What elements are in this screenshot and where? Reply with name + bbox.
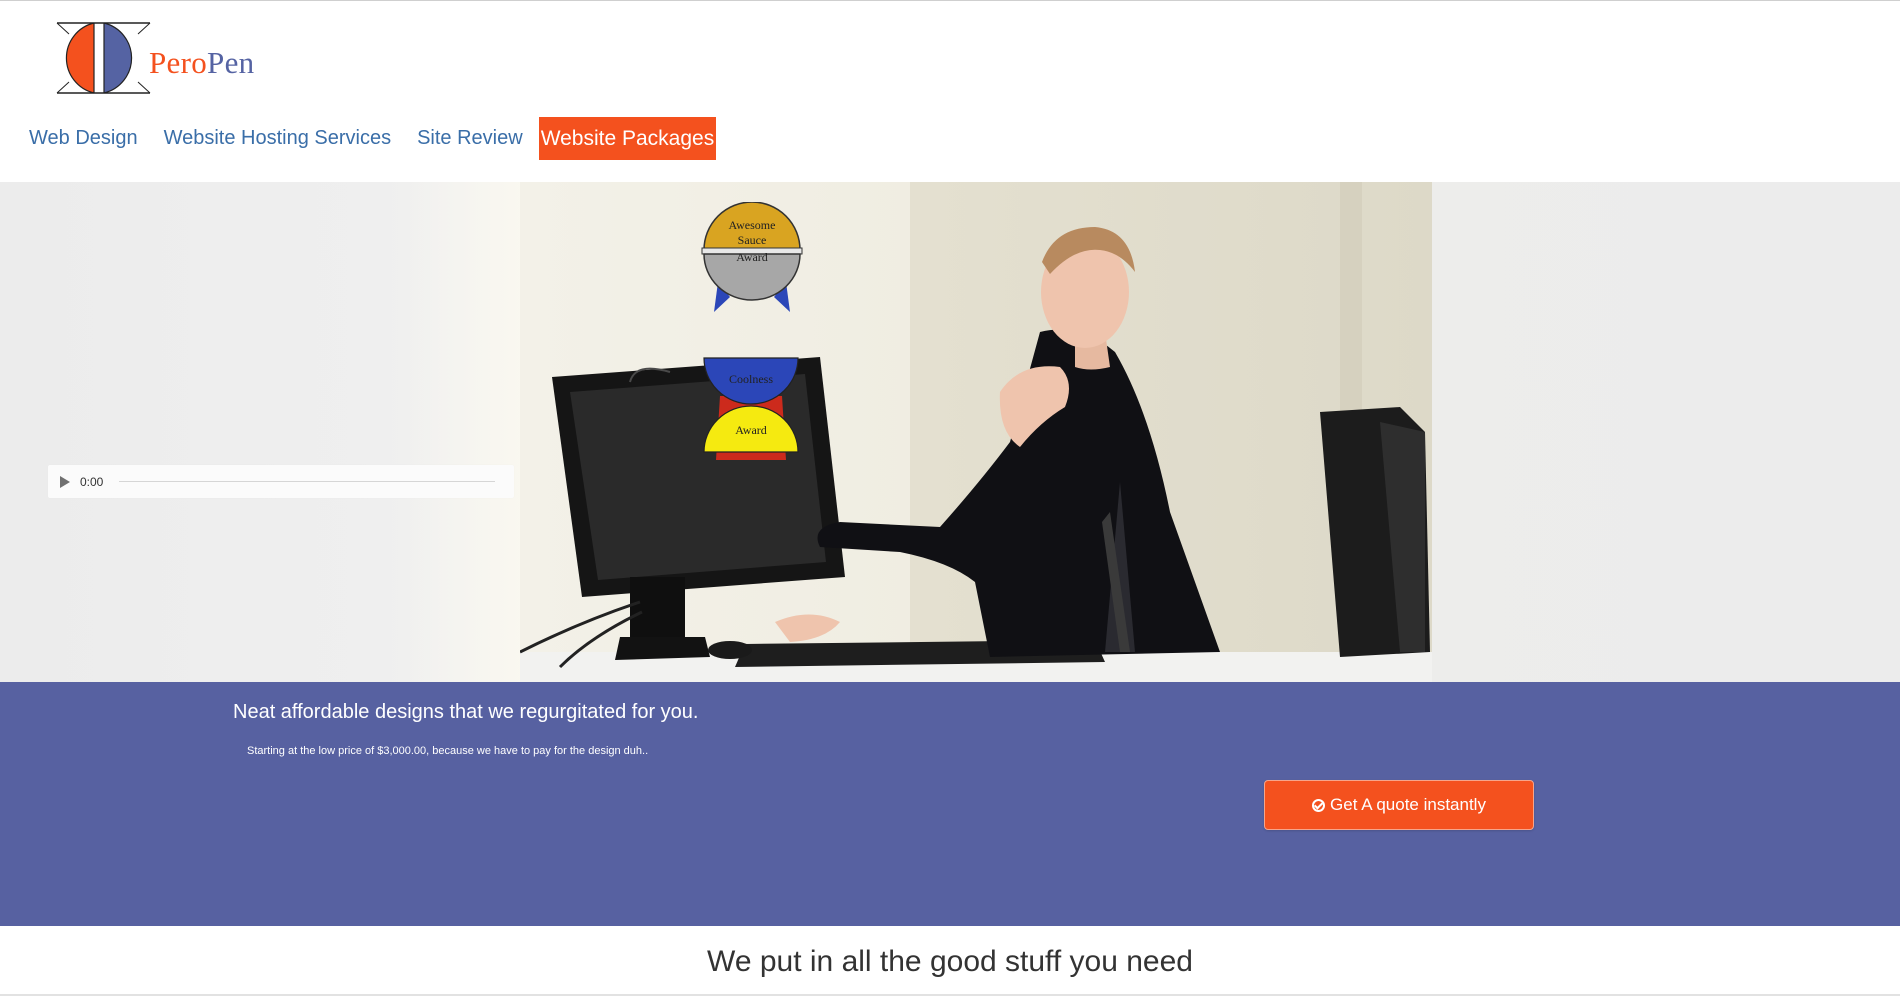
section-title: We put in all the good stuff you need [707,945,1193,978]
hero-photo [520,182,1432,682]
top-divider [0,0,1900,1]
nav-site-review[interactable]: Site Review [405,116,535,160]
play-icon[interactable] [60,475,70,488]
audio-time: 0:00 [80,474,104,489]
get-quote-button[interactable]: Get A quote instantly [1264,780,1534,830]
awesome-sauce-award-badge: Awesome Sauce Award [701,202,803,312]
logo-icon [56,22,151,94]
get-quote-label: Get A quote instantly [1330,795,1486,814]
promo-section: Neat affordable designs that we regurgit… [0,682,1900,926]
coolness-award-badge: Coolness Award [703,357,799,460]
page: PeroPen Web Design Website Hosting Servi… [0,0,1900,997]
logo-text-pen: Pen [207,45,255,80]
hero-shade [400,182,520,682]
logo-text-pero: Pero [149,45,208,80]
nav-website-hosting-services[interactable]: Website Hosting Services [152,116,404,160]
site-logo[interactable]: PeroPen [52,20,267,98]
hero-photo-illustration [520,182,1432,682]
nav-web-design[interactable]: Web Design [17,116,150,160]
audio-seek-bar[interactable] [119,481,496,482]
promo-headline: Neat affordable designs that we regurgit… [233,701,699,723]
awesome-badge-line1: Awesome [729,218,776,232]
logo-wordmark: PeroPen [149,45,254,81]
nav-website-packages[interactable]: Website Packages [538,116,717,160]
main-nav: Web Design Website Hosting Services Site… [17,116,717,160]
awesome-badge-line2: Sauce [738,233,767,247]
bottom-divider [0,994,1900,996]
awesome-badge-line3: Award [736,250,768,264]
coolness-badge-bottom: Award [735,423,767,437]
audio-player[interactable]: 0:00 [48,465,514,498]
check-circle-icon [1312,798,1326,812]
promo-subtext: Starting at the low price of $3,000.00, … [247,745,649,757]
coolness-badge-top: Coolness [729,372,773,386]
